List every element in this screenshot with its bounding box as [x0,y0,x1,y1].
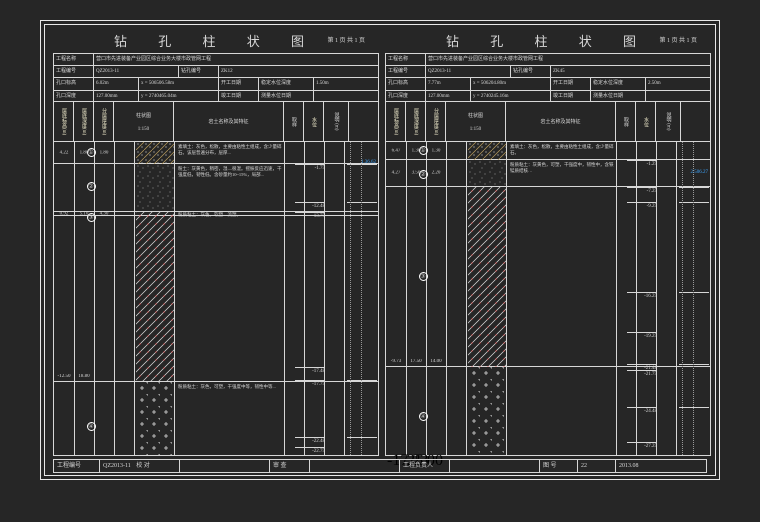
val-hole-no: ZK12 [219,66,378,77]
lbl-project-no: 工程编号 [54,66,94,77]
drawing-sheet: 钻 孔 柱 状 图 第 1 页 共 1 页 工程名称 营口市先进装备产业园区综合… [40,20,720,480]
val-project-name: 营口市先进装备产业园区综合业务大楼市政管网工程 [94,54,378,65]
page-count: 第 1 页 共 1 页 [327,35,365,44]
val-project-no: QZ2013-11 [94,66,179,77]
lbl-project-name: 工程名称 [54,54,94,65]
title-block: 工程编号 QZ2013-11 校 对 审 查 工程负责人 图 号 22 2013… [53,459,707,473]
borelog-zk45: 钻 孔 柱 状 图 第 1 页 共 1 页 工程名称 营口市先进装备产业园区综合… [385,31,711,456]
water-marker: 1.36.62 [361,160,376,165]
lbl-hole-no: 钻孔编号 [179,66,219,77]
borelog-zk12: 钻 孔 柱 状 图 第 1 页 共 1 页 工程名称 营口市先进装备产业园区综合… [53,31,379,456]
